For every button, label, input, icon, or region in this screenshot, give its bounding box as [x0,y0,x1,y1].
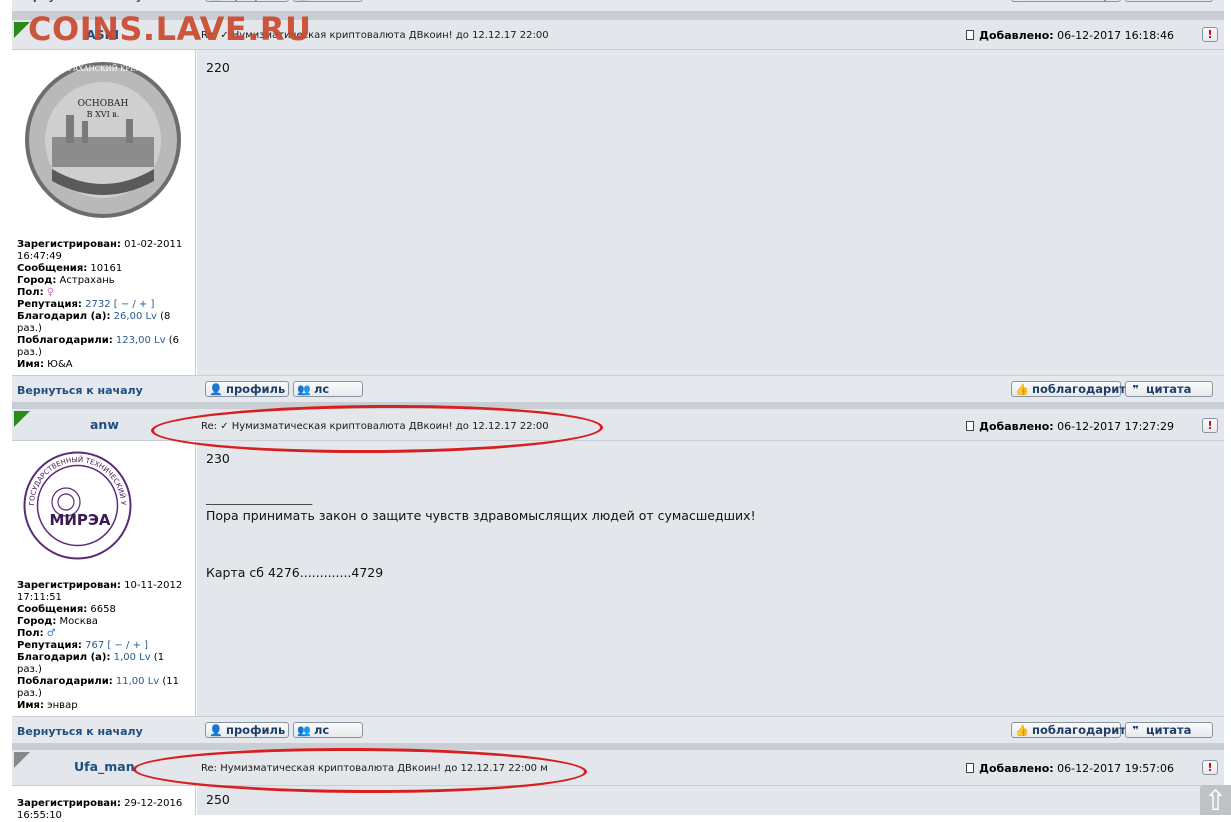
signature-card: Карта сб 4276.............4729 [206,565,384,580]
post-body: 220 [197,50,1224,375]
got-thanks-link[interactable]: 123,00 Lv [116,335,166,346]
author-nick[interactable]: anw [90,417,119,432]
reputation-controls[interactable]: [ − / + ] [114,299,155,310]
male-icon: ♂ [46,628,56,639]
quote-button[interactable]: ❞цитата [1125,722,1213,738]
pm-button[interactable]: 👥лс [293,381,363,397]
back-to-top-link[interactable]: Вернуться к началу [17,0,143,3]
post-footer-bar: Вернуться к началу 👤 профиль 👥 лс 👍 поблаго… [12,375,1224,403]
arrow-up-icon[interactable]: ⇧ [1200,785,1231,817]
users-icon: 👥 [297,0,311,1]
got-thanks-link[interactable]: 11,00 Lv [116,676,159,687]
report-icon[interactable]: ! [1202,760,1218,775]
thumbs-up-icon: 👍 [1015,723,1029,737]
profile-button[interactable]: 👤профиль [205,381,289,397]
author-panel: ГОСУДАРСТВЕННЫЙ ТЕХНИЧЕСКИЙ УНИВЕРСИТЕТ … [12,441,196,716]
post-text: 250 [206,792,230,807]
thumbs-up-icon: 👍 [1015,382,1029,396]
thank-button[interactable]: 👍поблагодарить [1011,722,1133,738]
author-info: Зарегистрирован: 01-02-2011 16:47:49 Соо… [17,239,183,370]
reputation-controls[interactable]: [ − / + ] [107,640,148,651]
avatar-text-top: ОСНОВАН [78,99,129,109]
author-info: Зарегистрирован: 10-11-2012 17:11:51 Соо… [17,580,183,711]
document-icon [966,763,975,773]
pm-button[interactable]: 👥лс [293,722,363,738]
quote-icon: ❞ [1132,723,1139,737]
thank-button[interactable]: 👍поблагодарить [1011,381,1133,397]
thanked-link[interactable]: 1,00 Lv [114,652,151,663]
report-icon[interactable]: ! [1202,27,1218,42]
avatar-text-mid: В XVI в. [87,110,120,119]
quote-icon: ❞ [1129,0,1142,1]
quote-button[interactable]: ❞цитата [1125,381,1213,397]
reputation-link[interactable]: 767 [85,640,104,651]
back-to-top-link[interactable]: Вернуться к началу [17,384,143,397]
user-icon: 👤 [209,723,223,737]
author-info: Зарегистрирован: 29-12-2016 16:55:10 [17,798,183,821]
pm-button[interactable]: 👥лс [293,0,363,2]
offline-marker [14,752,30,768]
users-icon: 👥 [297,723,311,737]
avatar-text-ring: АСТРАХАНСКИЙ КРЕМЛЬ [53,64,153,73]
user-icon: 👤 [209,382,223,396]
users-icon: 👥 [297,382,311,396]
avatar: ГОСУДАРСТВЕННЫЙ ТЕХНИЧЕСКИЙ УНИВЕРСИТЕТ … [22,450,133,561]
profile-button[interactable]: 👤профиль [205,722,289,738]
report-icon[interactable]: ! [1202,418,1218,433]
post-date: Добавлено: 06-12-2017 16:18:46 [966,29,1174,42]
author-panel: Зарегистрирован: 29-12-2016 16:55:10 [12,786,196,821]
author-panel: ОСНОВАН В XVI в. АСТРАХАНСКИЙ КРЕМЛЬ Зар… [12,50,196,375]
author-nick[interactable]: Ufa_man [74,759,135,774]
avatar-text-main: МИРЭА [49,511,110,529]
signature-text: Пора принимать закон о защите чувств здр… [206,508,756,523]
post-date: Добавлено: 06-12-2017 19:57:06 [966,762,1174,775]
thumbs-up-icon: 👍 [1015,0,1029,1]
reputation-link[interactable]: 2732 [85,299,110,310]
female-icon: ♀ [46,287,55,298]
quote-icon: ❞ [1132,382,1139,396]
post-footer-bar: Вернуться к началу 👤 профиль 👥 лс 👍 поблаго… [12,716,1224,744]
thank-button[interactable]: 👍поблагодарить [1011,0,1133,2]
profile-button[interactable]: 👤профиль [205,0,289,2]
user-icon: 👤 [209,0,223,1]
quote-button[interactable]: ❞цитата [1125,0,1213,2]
document-icon [966,421,975,431]
site-watermark: COINS.LAVE.RU [28,10,312,48]
post-date: Добавлено: 06-12-2017 17:27:29 [966,420,1174,433]
signature-divider: _________________ [206,490,313,505]
thanked-link[interactable]: 26,00 Lv [114,311,157,322]
post-body: 230 _________________ Пора принимать зак… [197,441,1224,716]
post-text: 230 [206,451,230,466]
online-marker [14,411,30,427]
back-to-top-link[interactable]: Вернуться к началу [17,725,143,738]
post-text: 220 [206,60,230,75]
avatar: ОСНОВАН В XVI в. АСТРАХАНСКИЙ КРЕМЛЬ [22,59,184,221]
document-icon [966,30,975,40]
